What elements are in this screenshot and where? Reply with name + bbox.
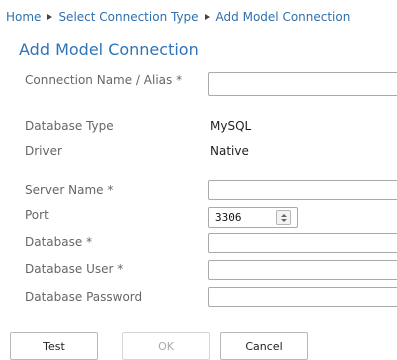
breadcrumb: Home Select Connection Type Add Model Co…: [6, 8, 350, 26]
driver-value: Native: [210, 144, 249, 158]
connection-name-label: Connection Name / Alias *: [25, 73, 183, 87]
database-user-label: Database User *: [25, 262, 124, 276]
port-label: Port: [25, 208, 49, 222]
add-model-connection-page: Home Select Connection Type Add Model Co…: [0, 0, 397, 360]
breadcrumb-separator-icon: [204, 14, 210, 20]
database-password-label: Database Password: [25, 290, 143, 304]
page-title: Add Model Connection: [19, 40, 199, 59]
database-type-label: Database Type: [25, 119, 114, 133]
test-button[interactable]: Test: [10, 332, 98, 360]
breadcrumb-add-model-connection[interactable]: Add Model Connection: [216, 10, 351, 24]
breadcrumb-separator-icon: [47, 14, 53, 20]
database-type-value: MySQL: [210, 119, 252, 133]
database-user-input[interactable]: [208, 260, 397, 280]
server-name-input[interactable]: [208, 180, 397, 200]
ok-button[interactable]: OK: [122, 332, 210, 360]
server-name-label: Server Name *: [25, 183, 114, 197]
database-password-input[interactable]: [208, 287, 397, 307]
port-value[interactable]: 3306: [215, 211, 242, 224]
spinner-down-icon[interactable]: [281, 219, 287, 222]
cancel-button[interactable]: Cancel: [220, 332, 308, 360]
breadcrumb-select-connection-type[interactable]: Select Connection Type: [58, 10, 198, 24]
database-input[interactable]: [208, 233, 397, 253]
port-stepper[interactable]: 3306: [208, 207, 298, 228]
breadcrumb-home[interactable]: Home: [6, 10, 41, 24]
database-label: Database *: [25, 235, 93, 249]
driver-label: Driver: [25, 144, 62, 158]
spinner-arrows-icon[interactable]: [276, 210, 291, 225]
connection-name-input[interactable]: [208, 72, 397, 96]
spinner-up-icon[interactable]: [281, 214, 287, 217]
